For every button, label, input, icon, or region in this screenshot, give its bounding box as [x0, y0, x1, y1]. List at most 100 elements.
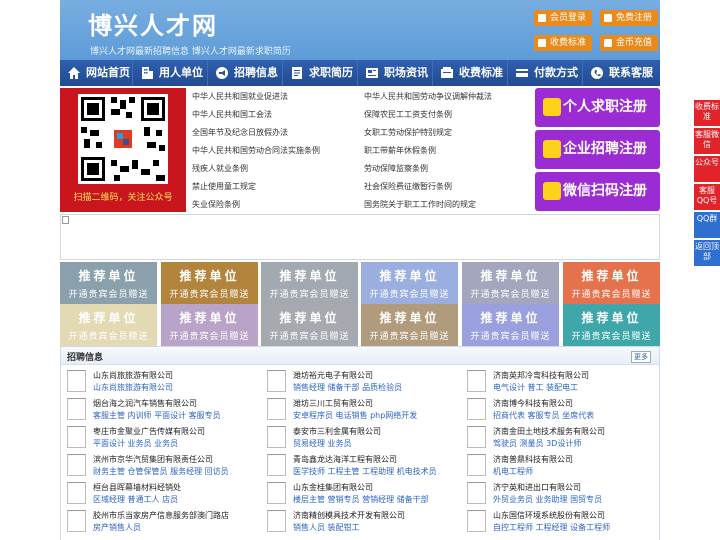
law-link[interactable]: 中华人民共和国劳动争议调解仲裁法 [364, 91, 492, 102]
recommended-tile[interactable]: 推荐单位 开通贵宾会员赠送 [161, 304, 258, 346]
nav-news[interactable]: 职场资讯 [358, 60, 433, 86]
law-link[interactable]: 失业保险条例 [192, 199, 240, 210]
job-item[interactable]: 济宁英和进出口有限公司 外贸业务员 业务助理 国贸专员 [461, 479, 657, 507]
job-positions[interactable]: 销售人员 装配钳工 [293, 522, 360, 533]
recommended-tile[interactable]: 推荐单位 开通贵宾会员赠送 [161, 262, 258, 304]
company-name[interactable]: 济南博今科技有限公司 [493, 398, 573, 409]
company-name[interactable]: 泰安市三利金属有限公司 [293, 426, 381, 437]
law-link[interactable]: 中华人民共和国就业促进法 [192, 91, 288, 102]
recommended-tile[interactable]: 推荐单位 开通贵宾会员赠送 [60, 262, 157, 304]
law-link[interactable]: 国务院关于职工工作时间的规定 [364, 199, 476, 210]
law-link[interactable]: 保障农民工工资支付条例 [364, 109, 452, 120]
company-name[interactable]: 济宁英和进出口有限公司 [493, 482, 581, 493]
recommended-tile[interactable]: 推荐单位 开通贵宾会员赠送 [361, 262, 458, 304]
company-name[interactable]: 济南精创模具技术开发有限公司 [293, 510, 405, 521]
job-positions[interactable]: 楼层主管 营销专员 营销经理 储备干部 [293, 494, 429, 505]
company-name[interactable]: 枣庄市金聚业广告传媒有限公司 [93, 426, 205, 437]
company-name[interactable]: 胶州市乐当家房产信息服务部澳门路店 [93, 510, 229, 521]
nav-employers[interactable]: 用人单位 [133, 60, 208, 86]
company-name[interactable]: 潍坊三川工贸有限公司 [293, 398, 373, 409]
job-positions[interactable]: 驾驶员 测量员 3D设计师 [493, 438, 581, 449]
law-link[interactable]: 女职工劳动保护特别规定 [364, 127, 452, 138]
job-item[interactable]: 枣庄市金聚业广告传媒有限公司 平面设计 业务员 业务员 [61, 423, 257, 451]
company-name[interactable]: 山东国信环境系统股份有限公司 [493, 510, 605, 521]
company-name[interactable]: 潍坊裕元电子有限公司 [293, 370, 373, 381]
job-positions[interactable]: 安卓程序员 电话销售 php网络开发 [293, 410, 417, 421]
side-float-item[interactable]: 客服微信 [694, 128, 720, 154]
job-item[interactable]: 潍坊裕元电子有限公司 销售经理 储备干部 品质检验员 [261, 367, 457, 395]
company-name[interactable]: 烟台海之润汽车销售有限公司 [93, 398, 197, 409]
company-name[interactable]: 山东金桂集团有限公司 [293, 482, 373, 493]
recommended-tile[interactable]: 推荐单位 开通贵宾会员赠送 [261, 262, 358, 304]
job-positions[interactable]: 电气设计 普工 装配电工 [493, 382, 578, 393]
job-item[interactable]: 山东金桂集团有限公司 楼层主管 营销专员 营销经理 储备干部 [261, 479, 457, 507]
nav-resumes[interactable]: 求职简历 [283, 60, 358, 86]
job-item[interactable]: 山东尚旅旅游有限公司 山东尚旅旅游有限公司 [61, 367, 257, 395]
company-name[interactable]: 济南普鼎科技有限公司 [493, 454, 573, 465]
job-positions[interactable]: 客服主管 内训师 平面设计 客服专员 [93, 410, 221, 421]
law-link[interactable]: 中华人民共和国劳动合同法实施条例 [192, 145, 320, 156]
job-item[interactable]: 济南金田土地技术服务有限公司 驾驶员 测量员 3D设计师 [461, 423, 657, 451]
side-float-item[interactable]: 公众号 [694, 156, 720, 182]
personal-register-button[interactable]: 个人求职注册 [535, 88, 660, 127]
company-name[interactable]: 滨州市京华汽贸集团有限责任公司 [93, 454, 213, 465]
job-item[interactable]: 潍坊三川工贸有限公司 安卓程序员 电话销售 php网络开发 [261, 395, 457, 423]
company-name[interactable]: 济南金田土地技术服务有限公司 [493, 426, 605, 437]
pricing-button[interactable]: 收费标准 [534, 35, 593, 51]
side-float-item[interactable]: 收费标准 [694, 100, 720, 126]
recommended-tile[interactable]: 推荐单位 开通贵宾会员赠送 [462, 262, 559, 304]
side-float-item[interactable]: 返回顶部 [694, 240, 720, 266]
wechat-register-button[interactable]: 微信扫码注册 [535, 172, 660, 211]
job-positions[interactable]: 财务主管 仓管保管员 服务经理 回访员 [93, 466, 229, 477]
job-positions[interactable]: 房产销售人员 [93, 522, 141, 533]
law-link[interactable]: 劳动保障监察条例 [364, 163, 428, 174]
job-positions[interactable]: 外贸业务员 业务助理 国贸专员 [493, 494, 602, 505]
law-link[interactable]: 全国年节及纪念日放假办法 [192, 127, 288, 138]
job-positions[interactable]: 区域经理 普通工人 店员 [93, 494, 178, 505]
recommended-tile[interactable]: 推荐单位 开通贵宾会员赠送 [563, 304, 660, 346]
job-item[interactable]: 济南英邦冷弯科技有限公司 电气设计 普工 装配电工 [461, 367, 657, 395]
company-name[interactable]: 山东尚旅旅游有限公司 [93, 370, 173, 381]
law-link[interactable]: 残疾人就业条例 [192, 163, 248, 174]
job-item[interactable]: 青岛鑫龙达海洋工程有限公司 医学技师 工程主管 工程助理 机电技术员 [261, 451, 457, 479]
nav-jobs[interactable]: 招聘信息 [208, 60, 283, 86]
job-positions[interactable]: 机电工程师 [493, 466, 533, 477]
ad-banner[interactable] [60, 214, 660, 260]
job-item[interactable]: 济南普鼎科技有限公司 机电工程师 [461, 451, 657, 479]
nav-payment[interactable]: 付款方式 [508, 60, 583, 86]
law-link[interactable]: 禁止使用童工规定 [192, 181, 256, 192]
side-float-item[interactable]: QQ群 [694, 212, 720, 238]
job-item[interactable]: 济南精创模具技术开发有限公司 销售人员 装配钳工 [261, 507, 457, 535]
site-logo[interactable]: 博兴人才网 [88, 6, 218, 41]
nav-home[interactable]: 网站首页 [60, 60, 133, 86]
recommended-tile[interactable]: 推荐单位 开通贵宾会员赠送 [462, 304, 559, 346]
more-link[interactable]: 更多 [631, 351, 651, 363]
recommended-tile[interactable]: 推荐单位 开通贵宾会员赠送 [261, 304, 358, 346]
job-positions[interactable]: 招商代表 客服专员 坐席代表 [493, 410, 594, 421]
recommended-tile[interactable]: 推荐单位 开通贵宾会员赠送 [60, 304, 157, 346]
recommended-tile[interactable]: 推荐单位 开通贵宾会员赠送 [361, 304, 458, 346]
side-float-item[interactable]: 客服QQ号 [694, 184, 720, 210]
login-button[interactable]: 会员登录 [534, 10, 593, 26]
job-item[interactable]: 泰安市三利金属有限公司 贸易经理 业务员 [261, 423, 457, 451]
law-link[interactable]: 职工带薪年休假条例 [364, 145, 436, 156]
nav-contact[interactable]: 联系客服 [583, 60, 660, 86]
recommended-tile[interactable]: 推荐单位 开通贵宾会员赠送 [563, 262, 660, 304]
nav-pricing[interactable]: 收费标准 [433, 60, 508, 86]
job-positions[interactable]: 医学技师 工程主管 工程助理 机电技术员 [293, 466, 437, 477]
law-link[interactable]: 社会保险费征缴暂行条例 [364, 181, 452, 192]
job-positions[interactable]: 贸易经理 业务员 [293, 438, 352, 449]
company-name[interactable]: 济南英邦冷弯科技有限公司 [493, 370, 589, 381]
job-item[interactable]: 胶州市乐当家房产信息服务部澳门路店 房产销售人员 [61, 507, 257, 535]
job-item[interactable]: 烟台海之润汽车销售有限公司 客服主管 内训师 平面设计 客服专员 [61, 395, 257, 423]
job-item[interactable]: 山东国信环境系统股份有限公司 自控工程师 工程经理 设备工程师 [461, 507, 657, 535]
job-positions[interactable]: 平面设计 业务员 业务员 [93, 438, 178, 449]
register-button[interactable]: 免费注册 [600, 10, 659, 26]
job-positions[interactable]: 山东尚旅旅游有限公司 [93, 382, 173, 393]
job-item[interactable]: 济南博今科技有限公司 招商代表 客服专员 坐席代表 [461, 395, 657, 423]
job-positions[interactable]: 销售经理 储备干部 品质检验员 [293, 382, 402, 393]
company-name[interactable]: 桓台县晖幕墙材料经销处 [93, 482, 181, 493]
recharge-button[interactable]: 金币充值 [600, 35, 659, 51]
job-item[interactable]: 滨州市京华汽贸集团有限责任公司 财务主管 仓管保管员 服务经理 回访员 [61, 451, 257, 479]
law-link[interactable]: 中华人民共和国工会法 [192, 109, 272, 120]
